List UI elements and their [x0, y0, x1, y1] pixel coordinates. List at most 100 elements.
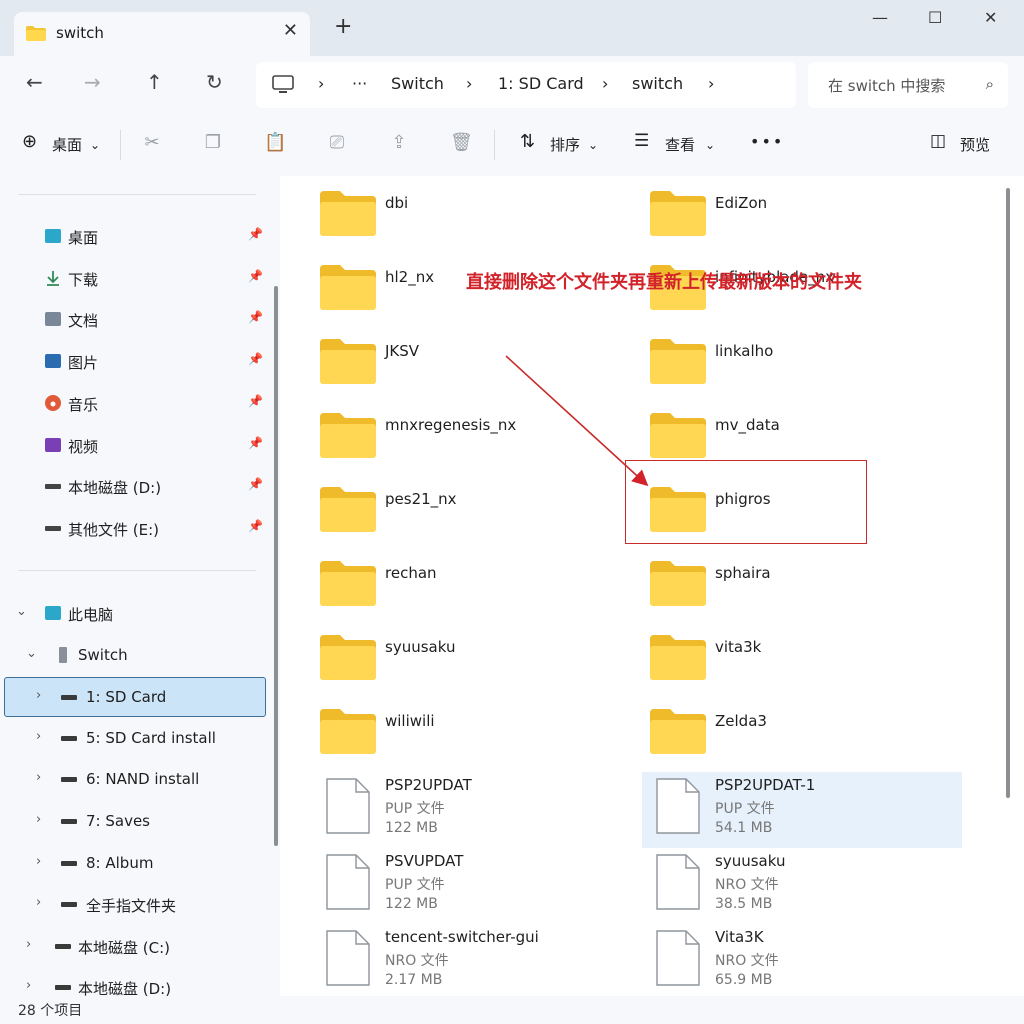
- forward-button[interactable]: →: [84, 70, 101, 94]
- file-type: PUP 文件: [715, 801, 775, 817]
- folder-item[interactable]: EdiZon: [610, 182, 930, 256]
- chevron-icon[interactable]: ›: [36, 770, 41, 785]
- rename-icon[interactable]: ⎚: [326, 132, 348, 154]
- close-tab-button[interactable]: ✕: [283, 20, 298, 41]
- tree-item-label: 此电脑: [68, 606, 114, 624]
- pin-icon[interactable]: 📌: [248, 310, 263, 324]
- pin-icon[interactable]: 📌: [248, 227, 263, 241]
- tree-item[interactable]: › 7: Saves: [0, 802, 272, 840]
- sidebar-item[interactable]: 桌面 📌: [0, 217, 272, 255]
- pin-icon[interactable]: 📌: [248, 519, 263, 533]
- breadcrumb-switch[interactable]: Switch: [391, 74, 444, 93]
- more-options-button[interactable]: •••: [750, 132, 784, 151]
- sidebar-item[interactable]: 文档 📌: [0, 300, 272, 338]
- sidebar-item[interactable]: 音乐 📌: [0, 384, 272, 422]
- paste-icon[interactable]: 📋: [264, 132, 286, 154]
- pin-icon[interactable]: 📌: [248, 394, 263, 408]
- tab-switch[interactable]: switch ✕: [14, 12, 310, 56]
- search-input[interactable]: 在 switch 中搜索: [828, 75, 945, 96]
- breadcrumb-switch-folder[interactable]: switch: [632, 74, 683, 93]
- breadcrumb-separator: ›: [602, 74, 609, 93]
- view-button[interactable]: 查看: [665, 134, 695, 155]
- folder-icon: [320, 338, 376, 384]
- folder-item[interactable]: linkalho: [610, 330, 930, 404]
- chevron-icon[interactable]: ›: [36, 729, 41, 744]
- chevron-icon[interactable]: ›: [36, 688, 41, 703]
- folder-item[interactable]: JKSV: [280, 330, 600, 404]
- folder-icon: [650, 634, 706, 680]
- up-button[interactable]: ↑: [146, 70, 163, 94]
- folder-item[interactable]: vita3k: [610, 626, 930, 700]
- file-type: NRO 文件: [385, 953, 449, 969]
- folder-item[interactable]: rechan: [280, 552, 600, 626]
- chevron-icon[interactable]: ›: [26, 978, 31, 993]
- tree-item[interactable]: › 6: NAND install: [0, 760, 272, 798]
- minimize-button[interactable]: —: [872, 8, 888, 27]
- new-tab-button[interactable]: +: [334, 16, 352, 38]
- chevron-icon[interactable]: ›: [36, 854, 41, 869]
- folder-icon: [320, 486, 376, 532]
- sidebar-item[interactable]: 下载 📌: [0, 259, 272, 297]
- file-item[interactable]: PSP2UPDAT-1 PUP 文件 54.1 MB: [642, 772, 962, 848]
- sidebar-item[interactable]: 视频 📌: [0, 426, 272, 464]
- folder-item[interactable]: pes21_nx: [280, 478, 600, 552]
- tree-item[interactable]: ⌄ 此电脑: [0, 594, 272, 632]
- search-box[interactable]: 在 switch 中搜索 ⌕: [808, 62, 1008, 108]
- chevron-icon[interactable]: ›: [36, 895, 41, 910]
- content-scrollbar[interactable]: [1006, 188, 1010, 798]
- drive-icon: [60, 895, 78, 913]
- refresh-button[interactable]: ↻: [206, 70, 223, 94]
- sort-button[interactable]: 排序: [550, 134, 580, 155]
- tree-item[interactable]: › 8: Album: [0, 844, 272, 882]
- chevron-icon[interactable]: ⌄: [26, 646, 37, 661]
- breadcrumb-ellipsis[interactable]: ···: [352, 74, 367, 93]
- folder-item[interactable]: sphaira: [610, 552, 930, 626]
- tree-item[interactable]: › 本地磁盘 (C:): [0, 927, 272, 965]
- maximize-button[interactable]: ☐: [928, 8, 942, 27]
- file-type: NRO 文件: [715, 953, 779, 969]
- sidebar-item[interactable]: 图片 📌: [0, 342, 272, 380]
- address-bar[interactable]: › ··· Switch › 1: SD Card › switch ›: [256, 62, 796, 108]
- pin-icon[interactable]: 📌: [248, 436, 263, 450]
- file-item[interactable]: Vita3K NRO 文件 65.9 MB: [642, 924, 962, 1000]
- sidebar-item-label: 其他文件 (E:): [68, 520, 160, 539]
- folder-item[interactable]: dbi: [280, 182, 600, 256]
- tab-title: switch: [56, 24, 104, 42]
- chevron-icon[interactable]: ⌄: [16, 604, 27, 619]
- tree-item[interactable]: › 5: SD Card install: [0, 719, 272, 757]
- file-item[interactable]: PSP2UPDAT PUP 文件 122 MB: [280, 772, 600, 848]
- preview-button[interactable]: 预览: [960, 134, 990, 155]
- chevron-icon[interactable]: ›: [26, 937, 31, 952]
- tree-item[interactable]: ⌄ Switch: [0, 636, 272, 674]
- chevron-icon[interactable]: ›: [36, 812, 41, 827]
- share-icon[interactable]: ⇪: [388, 132, 410, 154]
- preview-pane-icon: ◫: [930, 131, 947, 151]
- file-item[interactable]: tencent-switcher-gui NRO 文件 2.17 MB: [280, 924, 600, 1000]
- pin-icon[interactable]: 📌: [248, 477, 263, 491]
- sidebar-item[interactable]: 其他文件 (E:) 📌: [0, 509, 272, 547]
- video-icon: [44, 436, 62, 454]
- cut-icon[interactable]: ✂: [141, 132, 163, 154]
- breadcrumb-sd-card[interactable]: 1: SD Card: [498, 74, 584, 93]
- file-item[interactable]: syuusaku NRO 文件 38.5 MB: [642, 848, 962, 924]
- close-window-button[interactable]: ✕: [984, 8, 997, 27]
- folder-item[interactable]: mnxregenesis_nx: [280, 404, 600, 478]
- delete-icon[interactable]: 🗑: [450, 132, 473, 154]
- pin-icon[interactable]: 📌: [248, 352, 263, 366]
- file-name: PSVUPDAT: [385, 852, 464, 870]
- folder-item[interactable]: wiliwili: [280, 700, 600, 774]
- new-button[interactable]: 桌面: [52, 134, 82, 155]
- sidebar-scrollbar[interactable]: [274, 286, 278, 846]
- sidebar-item[interactable]: 本地磁盘 (D:) 📌: [0, 467, 272, 505]
- tree-item[interactable]: › 1: SD Card: [4, 677, 266, 718]
- back-button[interactable]: ←: [26, 70, 43, 94]
- folder-item[interactable]: syuusaku: [280, 626, 600, 700]
- file-item[interactable]: PSVUPDAT PUP 文件 122 MB: [280, 848, 600, 924]
- copy-icon[interactable]: ❐: [202, 132, 224, 154]
- folder-item[interactable]: Zelda3: [610, 700, 930, 774]
- folder-icon: [320, 560, 376, 606]
- tree-item[interactable]: › 全手指文件夹: [0, 885, 272, 923]
- folder-name: rechan: [385, 564, 437, 582]
- file-type: NRO 文件: [715, 877, 779, 893]
- pin-icon[interactable]: 📌: [248, 269, 263, 283]
